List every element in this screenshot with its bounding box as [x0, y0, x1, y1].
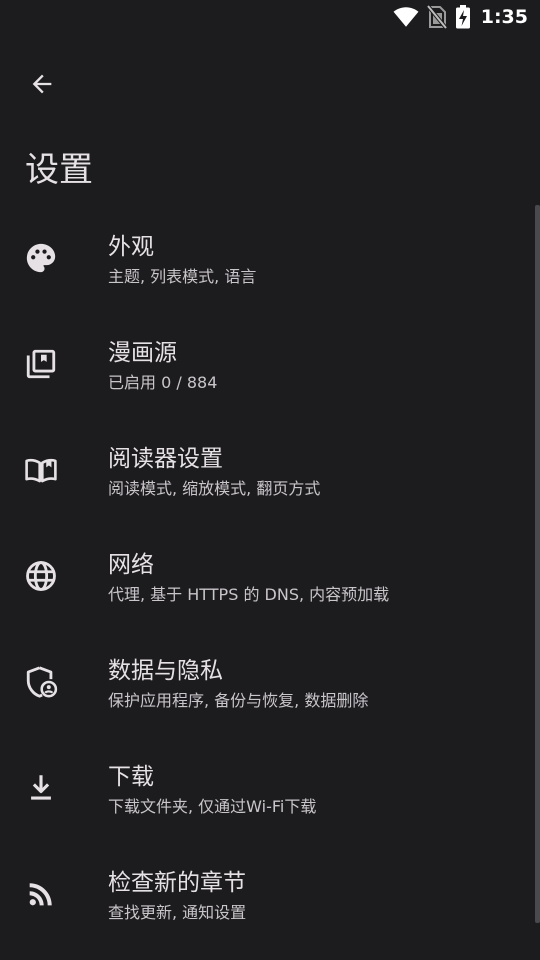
- settings-item-title: 检查新的章节: [108, 870, 246, 896]
- settings-item-title: 阅读器设置: [108, 446, 223, 472]
- settings-item-title: 下载: [108, 764, 154, 790]
- settings-item-subtitle: 主题, 列表模式, 语言: [108, 267, 257, 286]
- settings-item-subtitle: 已启用 0 / 884: [108, 373, 218, 392]
- battery-charging-icon: [455, 5, 471, 29]
- settings-item-privacy[interactable]: 数据与隐私 保护应用程序, 备份与恢复, 数据删除: [0, 629, 540, 735]
- shield-user-icon: [24, 665, 58, 699]
- settings-item-subtitle: 阅读模式, 缩放模式, 翻页方式: [108, 479, 321, 498]
- arrow-back-icon: [28, 70, 56, 98]
- book-open-icon: [24, 453, 58, 487]
- status-time: 1:35: [480, 6, 528, 28]
- settings-item-title: 网络: [108, 552, 154, 578]
- settings-item-reader[interactable]: 阅读器设置 阅读模式, 缩放模式, 翻页方式: [0, 417, 540, 523]
- settings-item-appearance[interactable]: 外观 主题, 列表模式, 语言: [0, 205, 540, 311]
- rss-icon: [24, 877, 58, 911]
- settings-item-title: 漫画源: [108, 340, 177, 366]
- settings-item-downloads[interactable]: 下载 下载文件夹, 仅通过Wi-Fi下载: [0, 735, 540, 841]
- settings-item-network[interactable]: 网络 代理, 基于 HTTPS 的 DNS, 内容预加载: [0, 523, 540, 629]
- settings-item-sources[interactable]: 漫画源 已启用 0 / 884: [0, 311, 540, 417]
- scrollbar[interactable]: [535, 205, 540, 923]
- settings-item-title: 外观: [108, 234, 154, 260]
- settings-item-subtitle: 下载文件夹, 仅通过Wi-Fi下载: [108, 797, 317, 816]
- settings-list: 外观 主题, 列表模式, 语言 漫画源 已启用 0 / 884 阅读器设置 阅读…: [0, 205, 540, 947]
- status-icons: 1:35: [393, 5, 528, 29]
- no-sim-icon: [426, 5, 447, 29]
- download-icon: [24, 771, 58, 805]
- page-title: 设置: [25, 150, 93, 190]
- settings-item-subtitle: 代理, 基于 HTTPS 的 DNS, 内容预加载: [108, 585, 390, 604]
- settings-item-title: 数据与隐私: [108, 658, 223, 684]
- settings-item-updates[interactable]: 检查新的章节 查找更新, 通知设置: [0, 841, 540, 947]
- settings-item-subtitle: 保护应用程序, 备份与恢复, 数据删除: [108, 691, 369, 710]
- back-button[interactable]: [22, 64, 62, 104]
- globe-icon: [24, 559, 58, 593]
- settings-item-subtitle: 查找更新, 通知设置: [108, 903, 247, 922]
- wifi-icon: [393, 6, 419, 28]
- palette-icon: [24, 241, 58, 275]
- status-bar: 1:35: [0, 0, 540, 36]
- library-icon: [24, 347, 58, 381]
